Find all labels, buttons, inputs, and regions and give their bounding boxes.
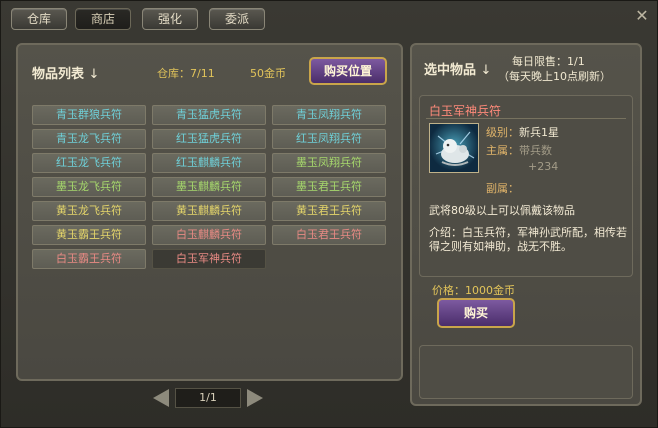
next-page-icon[interactable] xyxy=(247,389,263,407)
tab-warehouse[interactable]: 仓库 xyxy=(11,8,67,30)
main-attr-label: 主属： xyxy=(486,144,519,157)
tab-dispatch[interactable]: 委派 xyxy=(209,8,265,30)
tab-enhance[interactable]: 强化 xyxy=(142,8,198,30)
level-value: 新兵1星 xyxy=(519,126,559,139)
item-cell[interactable]: 白玉霸王兵符 xyxy=(32,249,146,269)
item-cell[interactable]: 墨玉龙飞兵符 xyxy=(32,177,146,197)
coin-balance: 50金币 xyxy=(250,67,286,80)
level-label: 级别： xyxy=(486,126,519,139)
pagination: 1/1 xyxy=(153,388,263,408)
main-attr-value: 带兵数 xyxy=(519,144,552,157)
item-cell[interactable]: 青玉群狼兵符 xyxy=(32,105,146,125)
close-icon[interactable]: ✕ xyxy=(633,7,651,25)
main-attr-row: 主属：带兵数 xyxy=(486,142,552,158)
divider xyxy=(426,118,626,119)
buy-slot-button[interactable]: 购买位置 xyxy=(309,57,387,85)
prev-page-icon[interactable] xyxy=(153,389,169,407)
item-cell[interactable]: 红玉麒麟兵符 xyxy=(152,153,266,173)
item-cell[interactable]: 墨玉麒麟兵符 xyxy=(152,177,266,197)
shop-window: 仓库 商店 强化 委派 ✕ 物品列表 ↓ 仓库：7/11 50金币 购买位置 青… xyxy=(0,0,658,428)
sub-attr-label: 副属： xyxy=(486,182,519,195)
down-arrow-icon: ↓ xyxy=(480,63,492,78)
item-detail-card: 白玉军神兵符 级别：新兵1星 主属：带兵数 +234 副属： 武将80级以上可以… xyxy=(419,95,633,277)
main-attr-bonus: +234 xyxy=(528,160,559,173)
item-cell[interactable]: 青玉凤翔兵符 xyxy=(272,105,386,125)
requirement-text: 武将80级以上可以佩戴该物品 xyxy=(429,204,575,217)
item-price: 价格：1000金币 xyxy=(432,284,515,297)
item-cell[interactable]: 黄玉霸王兵符 xyxy=(32,225,146,245)
daily-limit: 每日限售：1/1 xyxy=(512,55,585,68)
buy-button[interactable]: 购买 xyxy=(437,298,515,328)
refresh-note: （每天晚上10点刷新） xyxy=(498,70,611,83)
level-row: 级别：新兵1星 xyxy=(486,124,559,140)
tab-shop[interactable]: 商店 xyxy=(75,8,131,30)
item-cell[interactable]: 墨玉凤翔兵符 xyxy=(272,153,386,173)
item-cell[interactable]: 青玉龙飞兵符 xyxy=(32,129,146,149)
item-cell[interactable]: 墨玉君王兵符 xyxy=(272,177,386,197)
item-cell[interactable]: 红玉猛虎兵符 xyxy=(152,129,266,149)
item-cell[interactable]: 黄玉龙飞兵符 xyxy=(32,201,146,221)
item-cell[interactable]: 黄玉麒麟兵符 xyxy=(152,201,266,221)
sort-arrow-icon[interactable]: ↓ xyxy=(89,67,100,82)
warehouse-count: 仓库：7/11 xyxy=(157,67,215,80)
item-cell[interactable]: 白玉军神兵符 xyxy=(152,249,266,269)
item-list-panel: 物品列表 ↓ 仓库：7/11 50金币 购买位置 青玉群狼兵符 青玉猛虎兵符 青玉凤… xyxy=(16,43,403,381)
selected-item-title: 选中物品 ↓ xyxy=(424,59,491,78)
item-list-title-text: 物品列表 xyxy=(32,67,85,82)
intro-text: 介绍：白玉兵符，军神孙武所配，相传若得之则有如神助，战无不胜。 xyxy=(429,226,627,253)
page-indicator: 1/1 xyxy=(175,388,241,408)
selected-item-panel: 选中物品 ↓ 每日限售：1/1 （每天晚上10点刷新） 白玉军神兵符 级别：新兵… xyxy=(410,43,642,406)
item-cell[interactable]: 白玉麒麟兵符 xyxy=(152,225,266,245)
selected-item-title-text: 选中物品 xyxy=(424,63,477,78)
item-cell[interactable]: 黄玉君王兵符 xyxy=(272,201,386,221)
item-cell[interactable]: 红玉龙飞兵符 xyxy=(32,153,146,173)
item-list-title: 物品列表 ↓ xyxy=(32,63,99,82)
tab-bar: 仓库 商店 强化 委派 ✕ xyxy=(1,1,658,35)
sub-attr-row: 副属： xyxy=(486,180,519,196)
item-cell[interactable]: 白玉君王兵符 xyxy=(272,225,386,245)
item-cell[interactable]: 青玉猛虎兵符 xyxy=(152,105,266,125)
item-name: 白玉军神兵符 xyxy=(429,104,502,118)
jade-tiger-icon xyxy=(429,123,479,173)
item-cell[interactable]: 红玉凤翔兵符 xyxy=(272,129,386,149)
info-box xyxy=(419,345,633,399)
